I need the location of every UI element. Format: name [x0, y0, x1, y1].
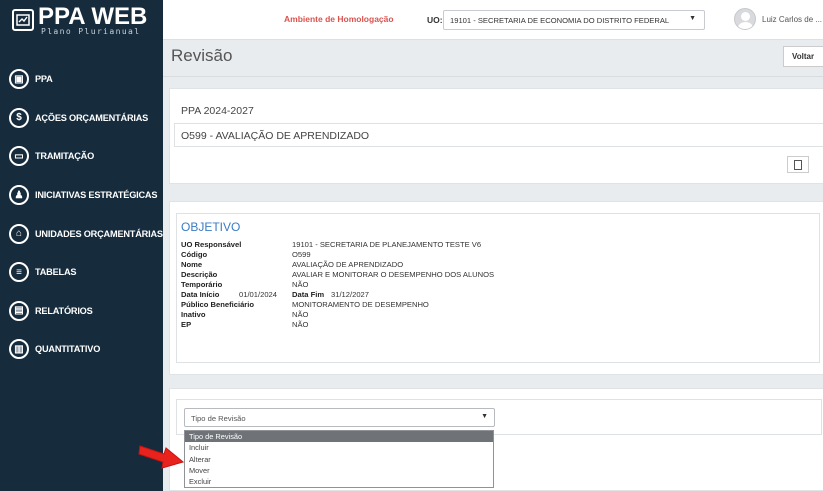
avatar[interactable] — [734, 8, 756, 30]
sidebar-item-ppa[interactable]: ▣ PPA — [0, 60, 163, 99]
revision-type-select[interactable]: Tipo de Revisão ▼ — [184, 408, 495, 427]
bank-icon: ⌂ — [9, 223, 29, 244]
field-label: Inativo — [181, 310, 206, 319]
uo-label: UO: — [427, 15, 443, 25]
red-arrow-icon — [138, 445, 184, 469]
option-excluir[interactable]: Excluir — [185, 476, 493, 487]
sidebar-item-tramitacao[interactable]: ▭ TRAMITAÇÃO — [0, 137, 163, 176]
user-name[interactable]: Luiz Carlos de ... — [762, 15, 822, 24]
sidebar-item-acoes-orcamentarias[interactable]: $ AÇÕES ORÇAMENTÁRIAS — [0, 99, 163, 138]
divider — [163, 76, 823, 77]
program-name: O599 - AVALIAÇÃO DE APRENDIZADO — [174, 123, 823, 147]
field-label: EP — [181, 320, 192, 329]
sidebar-menu: ▣ PPA $ AÇÕES ORÇAMENTÁRIAS ▭ TRAMITAÇÃO… — [0, 60, 163, 369]
strategy-icon: ♟ — [9, 185, 29, 206]
chevron-down-icon: ▼ — [481, 413, 488, 420]
table-icon: ≡ — [9, 262, 29, 283]
option-incluir[interactable]: Incluir — [185, 442, 493, 453]
sidebar-item-label: PPA — [35, 74, 53, 85]
option-alterar[interactable]: Alterar — [185, 454, 493, 465]
field-value: NÃO — [292, 310, 309, 319]
ppa-icon: ▣ — [9, 69, 29, 90]
revision-type-dropdown: Tipo de Revisão Incluir Alterar Mover Ex… — [184, 430, 494, 488]
field-value: NÃO — [292, 280, 309, 289]
field-label: Código — [181, 250, 208, 259]
sidebar-item-tabelas[interactable]: ≡ TABELAS — [0, 253, 163, 292]
field-label: UO Responsável — [181, 240, 242, 249]
objective-card: OBJETIVO UO Responsável 19101 - SECRETAR… — [169, 201, 823, 375]
document-icon — [794, 160, 802, 170]
option-tipo-de-revisao[interactable]: Tipo de Revisão — [185, 431, 493, 443]
field-value: AVALIAR E MONITORAR O DESEMPENHO DOS ALU… — [292, 270, 495, 279]
summary-card: PPA 2024-2027 O599 - AVALIAÇÃO DE APREND… — [169, 88, 823, 184]
field-label: Data Início — [181, 290, 220, 299]
field-value: AVALIAÇÃO DE APRENDIZADO — [292, 260, 404, 269]
objective-panel: OBJETIVO UO Responsável 19101 - SECRETAR… — [176, 213, 820, 363]
chart-icon: ▥ — [9, 339, 29, 360]
sidebar-item-label: INICIATIVAS ESTRATÉGICAS — [35, 190, 158, 201]
sidebar-item-iniciativas-estrategicas[interactable]: ♟ INICIATIVAS ESTRATÉGICAS — [0, 176, 163, 215]
field-value: O599 — [292, 250, 311, 259]
objective-title: OBJETIVO — [181, 220, 241, 234]
sidebar: PPA WEB Plano Plurianual ▣ PPA $ AÇÕES O… — [0, 0, 163, 491]
field-value: 19101 - SECRETARIA DE PLANEJAMENTO TESTE… — [292, 240, 482, 249]
field-label: Público Beneficiário — [181, 300, 255, 309]
field-label: Temporário — [181, 280, 223, 289]
sidebar-item-relatorios[interactable]: ▤ RELATÓRIOS — [0, 292, 163, 331]
lock-icon: ▭ — [9, 146, 29, 167]
sidebar-item-unidades-orcamentarias[interactable]: ⌂ UNIDADES ORÇAMENTÁRIAS — [0, 214, 163, 253]
dollar-icon: $ — [9, 107, 29, 128]
field-label: Nome — [181, 260, 203, 269]
back-button[interactable]: Voltar — [783, 46, 823, 67]
revision-type-value: Tipo de Revisão — [191, 414, 246, 423]
environment-label: Ambiente de Homologação — [284, 14, 394, 24]
sidebar-item-label: TABELAS — [35, 267, 77, 278]
pdf-button[interactable] — [787, 156, 809, 173]
field-value: NÃO — [292, 320, 309, 329]
chevron-down-icon: ▼ — [689, 15, 696, 22]
option-mover[interactable]: Mover — [185, 465, 493, 476]
field-label: Data Fim — [292, 290, 325, 299]
field-label: Descrição — [181, 270, 218, 279]
page-title: Revisão — [171, 46, 233, 65]
ppa-logo-icon — [12, 9, 34, 31]
sidebar-item-quantitativo[interactable]: ▥ QUANTITATIVO — [0, 330, 163, 369]
sidebar-item-label: AÇÕES ORÇAMENTÁRIAS — [35, 112, 149, 123]
field-value: 31/12/2027 — [331, 290, 370, 299]
top-bar: Ambiente de Homologação UO: 19101 - SECR… — [163, 0, 823, 40]
ppa-period: PPA 2024-2027 — [181, 105, 254, 117]
app-subtitle: Plano Plurianual — [41, 27, 141, 36]
app-logo[interactable]: PPA WEB Plano Plurianual — [8, 4, 158, 38]
sidebar-item-label: TRAMITAÇÃO — [35, 151, 95, 162]
sidebar-item-label: RELATÓRIOS — [35, 305, 93, 316]
uo-select[interactable]: 19101 - SECRETARIA DE ECONOMIA DO DISTRI… — [443, 10, 705, 30]
sidebar-item-label: UNIDADES ORÇAMENTÁRIAS — [35, 228, 163, 239]
report-icon: ▤ — [9, 300, 29, 321]
field-value: MONITORAMENTO DE DESEMPENHO — [292, 300, 429, 309]
field-value: 01/01/2024 — [239, 290, 278, 299]
uo-select-value: 19101 - SECRETARIA DE ECONOMIA DO DISTRI… — [450, 16, 670, 25]
sidebar-item-label: QUANTITATIVO — [35, 344, 101, 355]
